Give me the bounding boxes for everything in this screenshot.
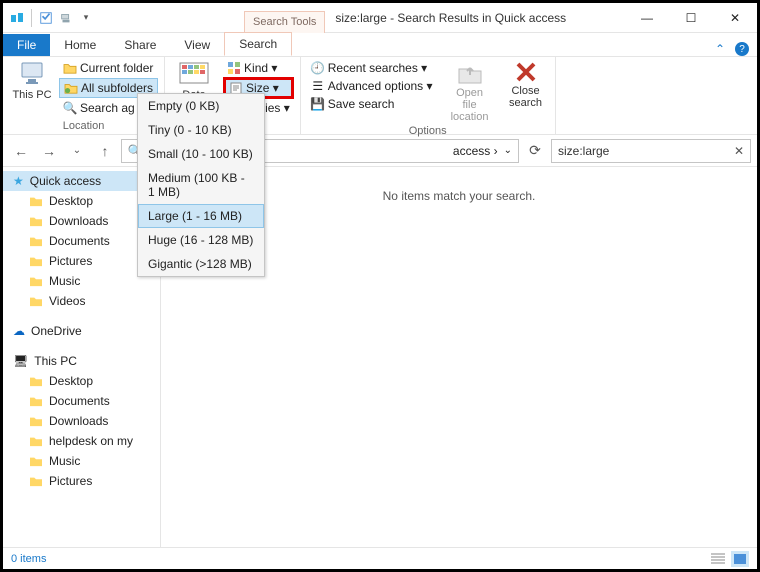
close-search-label: Close search: [505, 85, 547, 109]
titlebar: ▾ Search Tools size:large - Search Resul…: [3, 3, 757, 33]
advanced-options-button[interactable]: ☰ Advanced options ▾: [307, 77, 437, 95]
search-tools-context-tab: Search Tools: [244, 11, 325, 33]
kind-button[interactable]: Kind ▾: [223, 59, 294, 77]
cloud-icon: ☁: [13, 324, 25, 338]
window-title: size:large - Search Results in Quick acc…: [335, 11, 625, 25]
group-options-label: Options: [307, 125, 549, 139]
status-bar: 0 items: [3, 547, 757, 569]
back-button[interactable]: ←: [9, 139, 33, 163]
group-location-label: Location: [9, 120, 158, 134]
empty-results-text: No items match your search.: [383, 189, 536, 203]
item-count: 0 items: [11, 553, 46, 565]
list-icon: ☰: [311, 79, 325, 93]
nav-toolbar: ← → ⌄ ↑ 🔍 access › ⌄ ⟳ size:large ✕: [3, 135, 757, 167]
sidebar-item-pc-pictures[interactable]: Pictures: [3, 471, 160, 491]
close-window-button[interactable]: ✕: [713, 3, 757, 33]
clock-icon: 🕘: [311, 61, 325, 75]
refresh-button[interactable]: ⟳: [523, 139, 547, 163]
star-icon: ★: [13, 174, 24, 188]
recent-searches-button[interactable]: 🕘 Recent searches ▾: [307, 59, 437, 77]
current-folder-button[interactable]: Current folder: [59, 59, 158, 77]
group-options: 🕘 Recent searches ▾ ☰ Advanced options ▾…: [301, 57, 556, 134]
size-option-gigantic[interactable]: Gigantic (>128 MB): [138, 252, 264, 276]
ribbon: This PC Current folder All subfolders 🔍 …: [3, 57, 757, 135]
sidebar-item-pc-helpdesk[interactable]: helpdesk on my: [3, 431, 160, 451]
this-pc-button[interactable]: This PC: [9, 59, 55, 117]
tab-home[interactable]: Home: [50, 34, 110, 56]
sidebar-item-pc-music[interactable]: Music: [3, 451, 160, 471]
content-area: ★ Quick access Desktop📌 Downloads📌 Docum…: [3, 167, 757, 547]
sidebar-item-pc-downloads[interactable]: Downloads: [3, 411, 160, 431]
search-text: size:large: [558, 144, 609, 158]
open-loc-label: Open file location: [449, 87, 491, 123]
sidebar-item-this-pc[interactable]: 🖥This PC: [3, 351, 160, 371]
forward-button: →: [37, 139, 61, 163]
thumbnails-view-button[interactable]: [731, 551, 749, 567]
clear-search-icon[interactable]: ✕: [734, 144, 744, 158]
pc-icon: 🖥: [13, 354, 28, 368]
explorer-window: ▾ Search Tools size:large - Search Resul…: [0, 0, 760, 572]
close-search-button[interactable]: Close search: [503, 59, 549, 125]
sidebar-item-onedrive[interactable]: ☁OneDrive: [3, 321, 160, 341]
details-view-button[interactable]: [709, 551, 727, 567]
collapse-ribbon-icon[interactable]: ⌃: [715, 42, 725, 56]
size-option-medium[interactable]: Medium (100 KB - 1 MB): [138, 166, 264, 204]
help-icon[interactable]: ?: [735, 42, 749, 56]
new-folder-icon[interactable]: [58, 10, 74, 26]
tab-view[interactable]: View: [170, 34, 224, 56]
size-option-small[interactable]: Small (10 - 100 KB): [138, 142, 264, 166]
sidebar-item-pc-desktop[interactable]: Desktop: [3, 371, 160, 391]
sidebar-item-pc-documents[interactable]: Documents: [3, 391, 160, 411]
quick-access-toolbar: ▾: [3, 9, 100, 27]
tab-share[interactable]: Share: [110, 34, 170, 56]
tab-file[interactable]: File: [3, 34, 50, 56]
open-file-location-button: Open file location: [447, 59, 493, 125]
recent-locations-button[interactable]: ⌄: [65, 139, 89, 163]
size-option-huge[interactable]: Huge (16 - 128 MB): [138, 228, 264, 252]
size-option-tiny[interactable]: Tiny (0 - 10 KB): [138, 118, 264, 142]
magnifier-icon: 🔍: [63, 101, 77, 115]
qat-dropdown-icon[interactable]: ▾: [78, 10, 94, 26]
sidebar-item-videos[interactable]: Videos: [3, 291, 160, 311]
properties-icon[interactable]: [38, 10, 54, 26]
save-search-button[interactable]: 💾 Save search: [307, 95, 437, 113]
search-box[interactable]: size:large ✕: [551, 139, 751, 163]
save-icon: 💾: [311, 97, 325, 111]
minimize-button[interactable]: —: [625, 3, 669, 33]
size-option-empty[interactable]: Empty (0 KB): [138, 94, 264, 118]
up-button[interactable]: ↑: [93, 139, 117, 163]
separator: [31, 9, 32, 27]
maximize-button[interactable]: ☐: [669, 3, 713, 33]
explorer-icon: [9, 10, 25, 26]
window-controls: — ☐ ✕: [625, 3, 757, 33]
ribbon-tabs: File Home Share View Search ⌃ ?: [3, 33, 757, 57]
size-option-large[interactable]: Large (1 - 16 MB): [138, 204, 264, 228]
this-pc-label: This PC: [12, 89, 51, 101]
size-dropdown-menu: Empty (0 KB) Tiny (0 - 10 KB) Small (10 …: [137, 93, 265, 277]
tab-search[interactable]: Search: [224, 32, 292, 56]
